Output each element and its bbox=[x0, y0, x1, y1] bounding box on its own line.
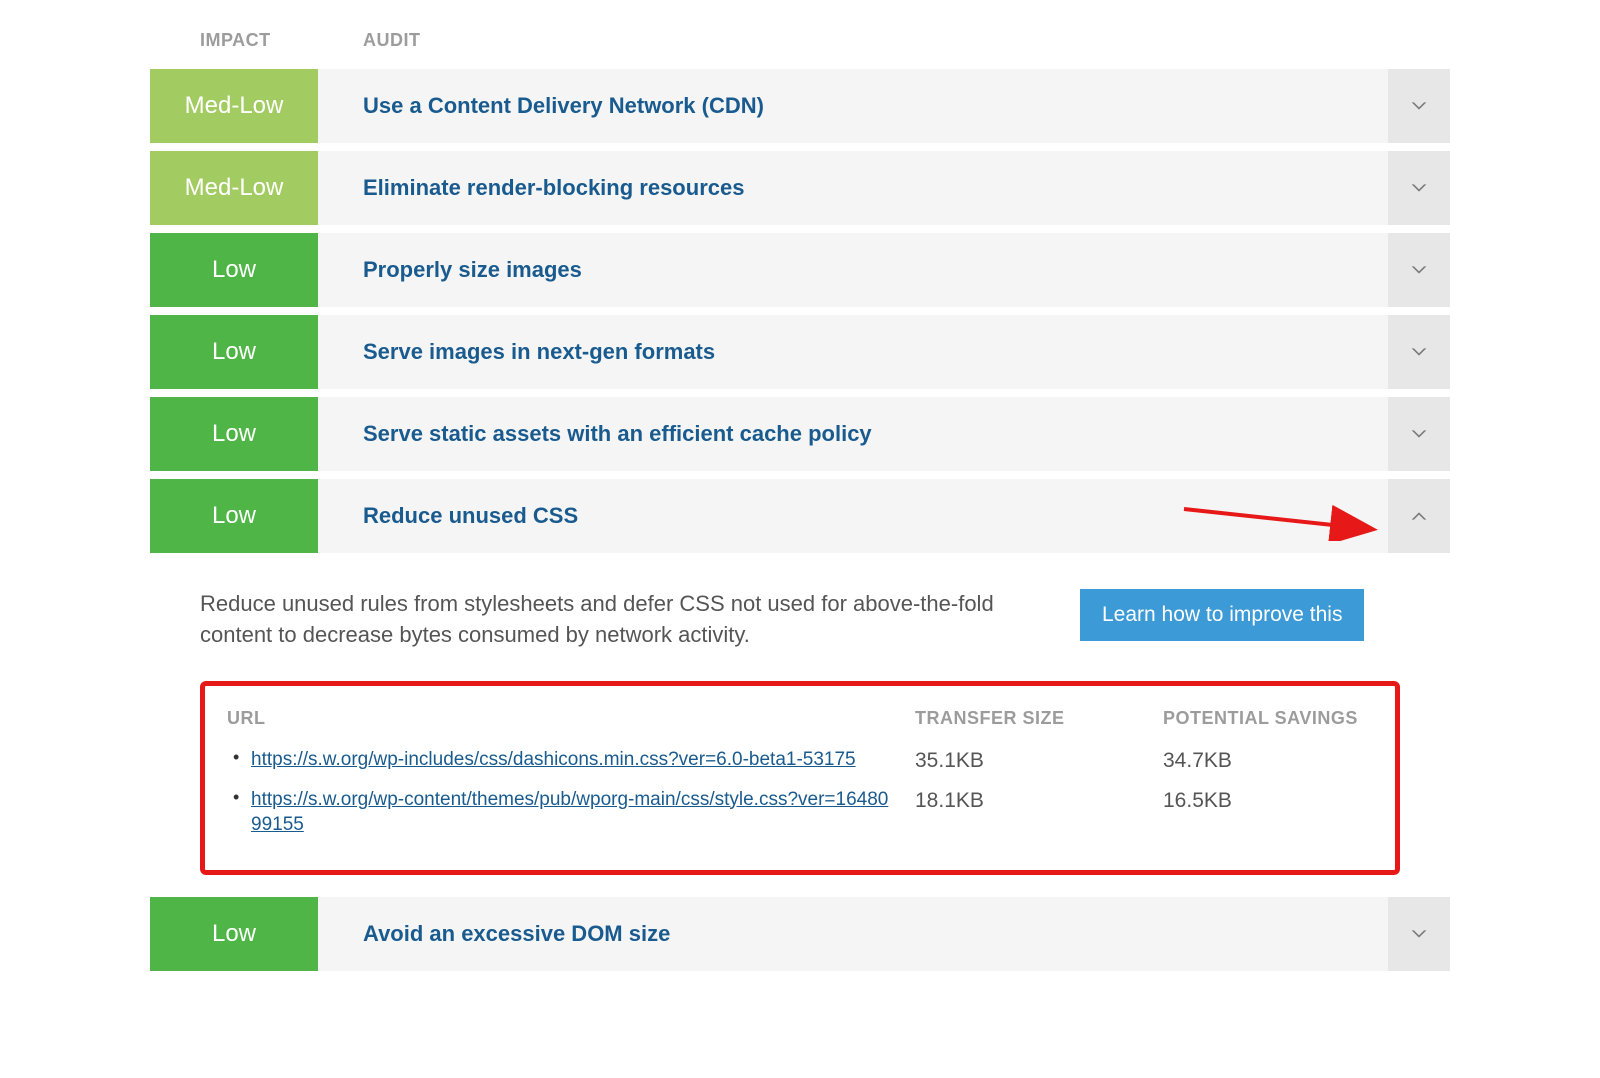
audit-title: Serve static assets with an efficient ca… bbox=[318, 397, 1388, 471]
audit-row-unused-css[interactable]: Low Reduce unused CSS bbox=[150, 479, 1450, 553]
audit-row-render-blocking[interactable]: Med-Low Eliminate render-blocking resour… bbox=[150, 151, 1450, 225]
table-header: IMPACT AUDIT bbox=[150, 20, 1450, 69]
learn-button[interactable]: Learn how to improve this bbox=[1080, 589, 1364, 641]
expand-toggle[interactable] bbox=[1388, 151, 1450, 225]
transfer-size: 35.1KB bbox=[915, 747, 1163, 773]
audit-row-cdn[interactable]: Med-Low Use a Content Delivery Network (… bbox=[150, 69, 1450, 143]
audit-row-wrapper: Low Reduce unused CSS bbox=[150, 479, 1450, 553]
url-link[interactable]: https://s.w.org/wp-includes/css/dashicon… bbox=[251, 747, 856, 773]
audit-row-cache-policy[interactable]: Low Serve static assets with an efficien… bbox=[150, 397, 1450, 471]
chevron-down-icon bbox=[1408, 259, 1430, 281]
transfer-size: 18.1KB bbox=[915, 787, 1163, 813]
audit-row-dom-size[interactable]: Low Avoid an excessive DOM size bbox=[150, 897, 1450, 971]
impact-badge: Low bbox=[150, 315, 318, 389]
url-cell: https://s.w.org/wp-includes/css/dashicon… bbox=[227, 747, 915, 773]
detail-row: https://s.w.org/wp-content/themes/pub/wp… bbox=[227, 787, 1373, 838]
expand-toggle[interactable] bbox=[1388, 69, 1450, 143]
audit-row-size-images[interactable]: Low Properly size images bbox=[150, 233, 1450, 307]
impact-badge: Low bbox=[150, 397, 318, 471]
potential-savings: 16.5KB bbox=[1163, 787, 1373, 813]
audit-title: Reduce unused CSS bbox=[318, 479, 1388, 553]
audit-title: Serve images in next-gen formats bbox=[318, 315, 1388, 389]
collapse-toggle[interactable] bbox=[1388, 479, 1450, 553]
chevron-up-icon bbox=[1408, 505, 1430, 527]
potential-savings: 34.7KB bbox=[1163, 747, 1373, 773]
expand-toggle[interactable] bbox=[1388, 397, 1450, 471]
audit-title: Eliminate render-blocking resources bbox=[318, 151, 1388, 225]
col-url-header: URL bbox=[227, 708, 915, 729]
expanded-top: Reduce unused rules from stylesheets and… bbox=[200, 589, 1400, 651]
expanded-section: Reduce unused rules from stylesheets and… bbox=[150, 561, 1450, 897]
url-link[interactable]: https://s.w.org/wp-content/themes/pub/wp… bbox=[251, 787, 891, 838]
audit-title: Properly size images bbox=[318, 233, 1388, 307]
url-cell: https://s.w.org/wp-content/themes/pub/wp… bbox=[227, 787, 915, 838]
detail-table: URL TRANSFER SIZE POTENTIAL SAVINGS http… bbox=[200, 681, 1400, 875]
audit-table: IMPACT AUDIT Med-Low Use a Content Deliv… bbox=[150, 20, 1450, 971]
audit-description: Reduce unused rules from stylesheets and… bbox=[200, 589, 1040, 651]
audit-title: Use a Content Delivery Network (CDN) bbox=[318, 69, 1388, 143]
chevron-down-icon bbox=[1408, 923, 1430, 945]
detail-row: https://s.w.org/wp-includes/css/dashicon… bbox=[227, 747, 1373, 773]
header-audit: AUDIT bbox=[318, 30, 421, 51]
expand-toggle[interactable] bbox=[1388, 233, 1450, 307]
col-transfer-header: TRANSFER SIZE bbox=[915, 708, 1163, 729]
audit-row-nextgen[interactable]: Low Serve images in next-gen formats bbox=[150, 315, 1450, 389]
impact-badge: Low bbox=[150, 479, 318, 553]
col-savings-header: POTENTIAL SAVINGS bbox=[1163, 708, 1373, 729]
audit-title: Avoid an excessive DOM size bbox=[318, 897, 1388, 971]
expand-toggle[interactable] bbox=[1388, 315, 1450, 389]
chevron-down-icon bbox=[1408, 423, 1430, 445]
impact-badge: Med-Low bbox=[150, 151, 318, 225]
chevron-down-icon bbox=[1408, 95, 1430, 117]
chevron-down-icon bbox=[1408, 177, 1430, 199]
detail-header: URL TRANSFER SIZE POTENTIAL SAVINGS bbox=[227, 708, 1373, 729]
header-impact: IMPACT bbox=[150, 30, 318, 51]
impact-badge: Low bbox=[150, 233, 318, 307]
expand-toggle[interactable] bbox=[1388, 897, 1450, 971]
chevron-down-icon bbox=[1408, 341, 1430, 363]
impact-badge: Med-Low bbox=[150, 69, 318, 143]
impact-badge: Low bbox=[150, 897, 318, 971]
